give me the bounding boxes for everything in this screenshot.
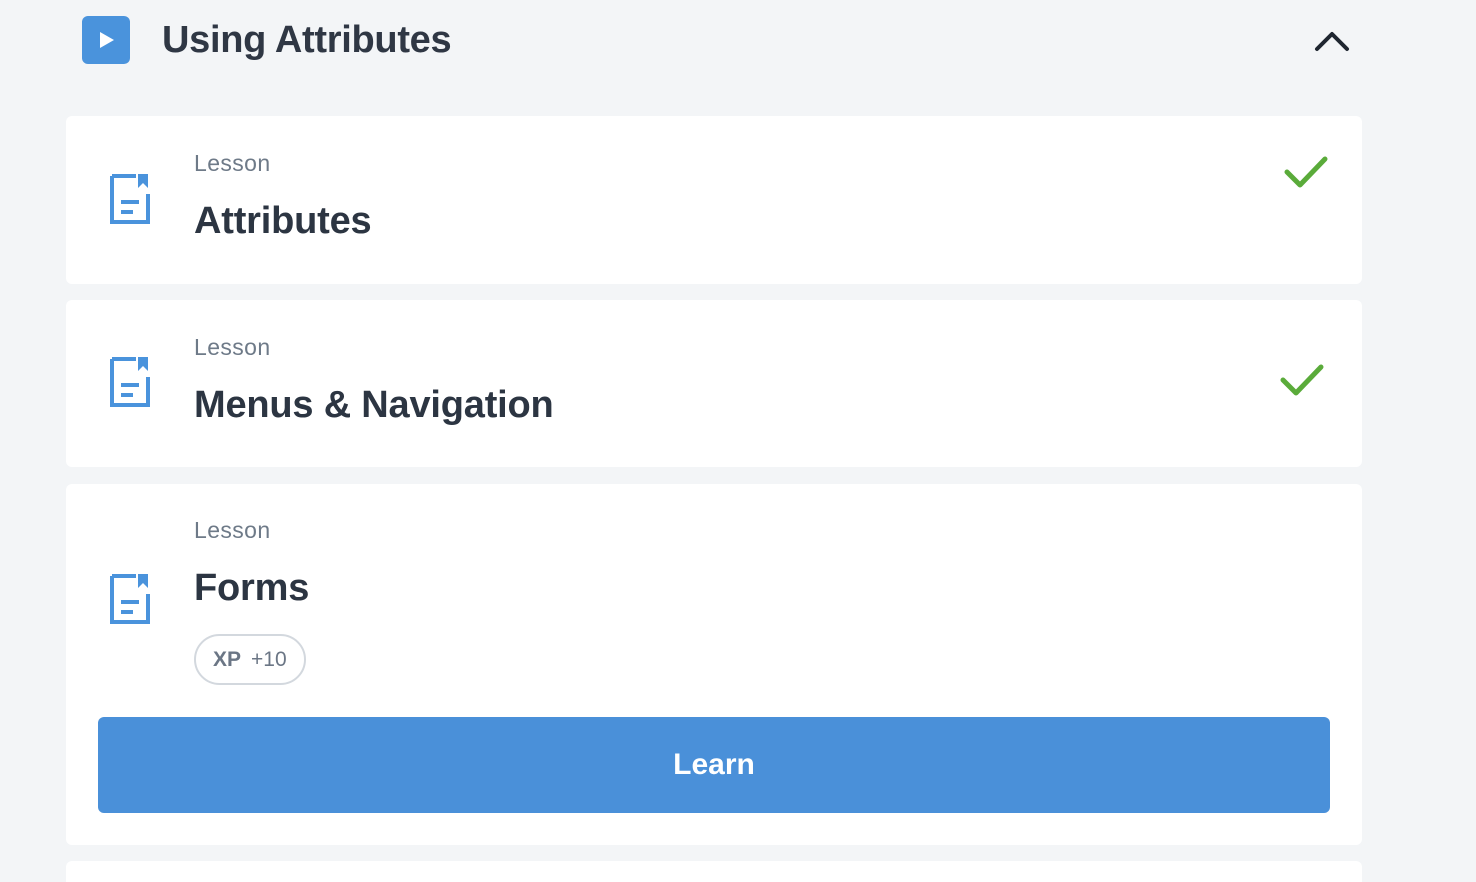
lesson-card-current: Lesson Forms XP +10 Learn	[66, 484, 1362, 845]
document-icon	[110, 174, 150, 224]
play-icon	[82, 16, 130, 64]
document-icon	[110, 574, 150, 624]
xp-label: XP	[213, 647, 242, 671]
lesson-kicker: Lesson	[194, 150, 271, 176]
lesson-card[interactable]: Lesson Menus & Navigation	[66, 300, 1362, 467]
lesson-kicker: Lesson	[194, 517, 271, 543]
chevron-up-icon[interactable]	[1312, 22, 1352, 58]
section-title: Using Attributes	[162, 18, 452, 61]
document-icon	[110, 357, 150, 407]
course-page: Using Attributes Lesson Attributes Lesso…	[0, 0, 1476, 882]
xp-value: +10	[251, 647, 287, 671]
checkmark-icon	[1280, 364, 1324, 396]
checkmark-icon	[1284, 156, 1328, 188]
lesson-title: Menus & Navigation	[194, 384, 554, 426]
lesson-kicker: Lesson	[194, 334, 271, 360]
lesson-title: Attributes	[194, 200, 372, 242]
lesson-card[interactable]: Lesson Attributes	[66, 116, 1362, 284]
lesson-card[interactable]	[66, 861, 1362, 882]
section-header[interactable]: Using Attributes	[82, 16, 1352, 64]
learn-button[interactable]: Learn	[98, 717, 1330, 813]
lesson-title: Forms	[194, 567, 310, 609]
xp-badge: XP +10	[194, 634, 306, 685]
